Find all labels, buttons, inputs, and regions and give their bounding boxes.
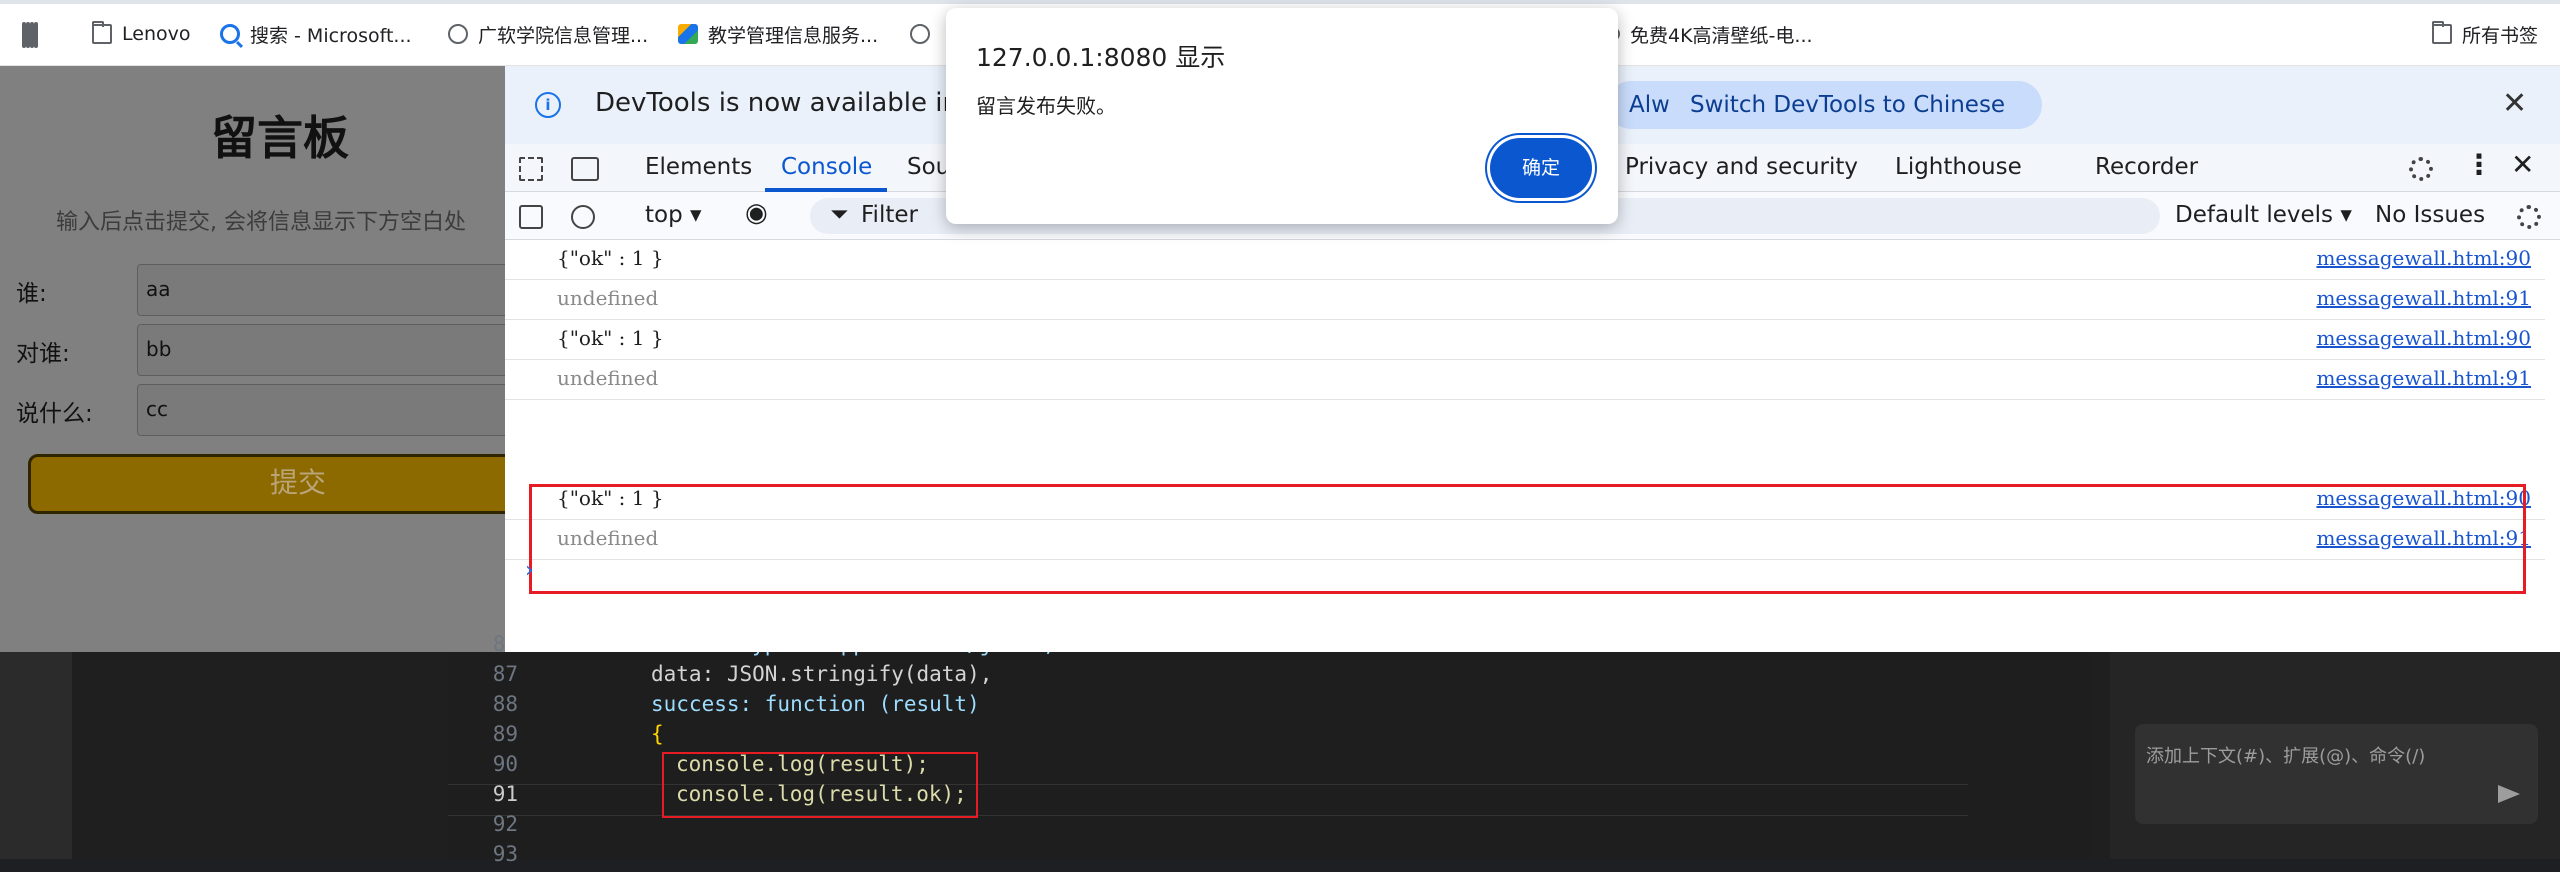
page-title: 留言板 (211, 111, 349, 165)
bookmark-label: Lenovo (122, 23, 191, 45)
explorer-pane (72, 652, 448, 859)
chat-input-box[interactable] (2135, 724, 2538, 824)
console-settings-icon[interactable] (2517, 205, 2541, 229)
chat-input[interactable]: 添加上下文(#)、扩展(@)、命令(/) (2146, 742, 2425, 768)
bookmark-microsoft-search[interactable]: 搜索 - Microsoft... (220, 20, 412, 48)
app-icon (678, 24, 698, 44)
search-icon (220, 24, 240, 44)
source-link[interactable]: messagewall.html:90 (2316, 326, 2531, 350)
bookmark-label: 广软学院信息管理... (478, 24, 649, 47)
globe-icon (910, 24, 930, 44)
send-icon[interactable] (2498, 785, 2520, 803)
clear-console-icon[interactable] (571, 205, 595, 229)
activity-bar (0, 652, 72, 859)
switch-to-chinese-button[interactable]: Switch DevTools to Chinese (1668, 81, 2028, 129)
all-bookmarks-label: 所有书签 (2462, 24, 2539, 47)
alert-title: 127.0.0.1:8080 显示 (976, 43, 1226, 72)
code-line: 89{ (492, 722, 664, 746)
eye-icon[interactable]: ◉ (745, 198, 768, 228)
filter-icon: ⏷ (830, 202, 849, 228)
console-output: {"ok" : 1 } messagewall.html:90 undefine… (505, 240, 2560, 652)
tab-elements[interactable]: Elements (645, 154, 752, 180)
bookmark-school-info[interactable]: 广软学院信息管理... (448, 20, 648, 48)
tab-recorder[interactable]: Recorder (2095, 154, 2198, 180)
to-whom-input[interactable]: bb (137, 324, 505, 376)
filter-placeholder: Filter (861, 202, 918, 228)
bookmark-label: 免费4K高清壁纸-电... (1630, 24, 1813, 47)
globe-icon (448, 24, 468, 44)
message-board-page: 留言板 输入后点击提交, 会将信息显示下方空白处 谁: aa 对谁: bb 说什… (0, 66, 505, 652)
code-line: 92 (492, 812, 518, 836)
settings-gear-icon[interactable] (2409, 157, 2433, 181)
source-link[interactable]: messagewall.html:90 (2316, 246, 2531, 270)
log-levels-dropdown[interactable]: Default levels ▾ (2175, 202, 2352, 228)
page-hint: 输入后点击提交, 会将信息显示下方空白处 (56, 210, 466, 235)
bookmark-teaching-mgmt[interactable]: 教学管理信息服务... (678, 20, 878, 48)
close-devtools-icon[interactable]: ✕ (2511, 148, 2534, 181)
source-link[interactable]: messagewall.html:91 (2316, 366, 2531, 390)
message-label: 说什么: (16, 401, 93, 427)
alert-ok-button[interactable]: 确定 (1490, 138, 1592, 198)
source-link[interactable]: messagewall.html:91 (2316, 286, 2531, 310)
device-toolbar-icon[interactable] (571, 157, 599, 181)
code-line: 88 success: function (result) (492, 692, 980, 716)
tab-strip-edge (0, 0, 2560, 4)
console-message: {"ok" : 1 } messagewall.html:90 (505, 240, 2545, 280)
bookmark-hidden[interactable] (910, 20, 930, 48)
issues-counter[interactable]: No Issues (2375, 202, 2485, 228)
submit-button[interactable]: 提交 (28, 454, 505, 514)
console-message: {"ok" : 1 } messagewall.html:90 (505, 320, 2545, 360)
context-selector[interactable]: top ▾ (645, 202, 702, 228)
who-label: 谁: (16, 281, 47, 307)
message-input[interactable]: cc (137, 384, 505, 436)
folder-icon (2432, 21, 2452, 44)
code-line: 93 (492, 842, 518, 866)
console-annotation-box (529, 484, 2526, 594)
apps-button[interactable] (22, 20, 42, 48)
console-message: undefined messagewall.html:91 (505, 280, 2545, 320)
console-message: undefined messagewall.html:91 (505, 360, 2545, 400)
code-line: 87 data: JSON.stringify(data), (492, 662, 993, 686)
apps-grid-icon (22, 22, 42, 48)
more-options-icon[interactable]: ⋮ (2465, 148, 2493, 181)
alert-message: 留言发布失败。 (976, 94, 1116, 118)
alert-dialog: 127.0.0.1:8080 显示 留言发布失败。 确定 (946, 8, 1618, 224)
console-prompt[interactable]: › (525, 558, 534, 583)
inspect-element-icon[interactable] (519, 157, 543, 181)
tab-lighthouse[interactable]: Lighthouse (1895, 154, 2022, 180)
who-input[interactable]: aa (137, 264, 505, 316)
info-icon: i (535, 92, 561, 118)
bookmark-label: 搜索 - Microsoft... (250, 24, 412, 47)
all-bookmarks[interactable]: 所有书签 (2432, 20, 2538, 48)
tab-privacy-security[interactable]: Privacy and security (1625, 154, 1858, 180)
bookmark-wallpaper[interactable]: 免费4K高清壁纸-电... (1606, 20, 1813, 48)
code-annotation-box (662, 752, 978, 818)
close-icon[interactable]: ✕ (2502, 86, 2527, 121)
to-whom-label: 对谁: (16, 341, 70, 367)
bookmark-lenovo[interactable]: Lenovo (92, 20, 190, 48)
bookmark-label: 教学管理信息服务... (708, 24, 879, 47)
sidebar-toggle-icon[interactable] (519, 205, 543, 229)
folder-icon (92, 21, 112, 44)
tab-console[interactable]: Console (781, 154, 872, 180)
